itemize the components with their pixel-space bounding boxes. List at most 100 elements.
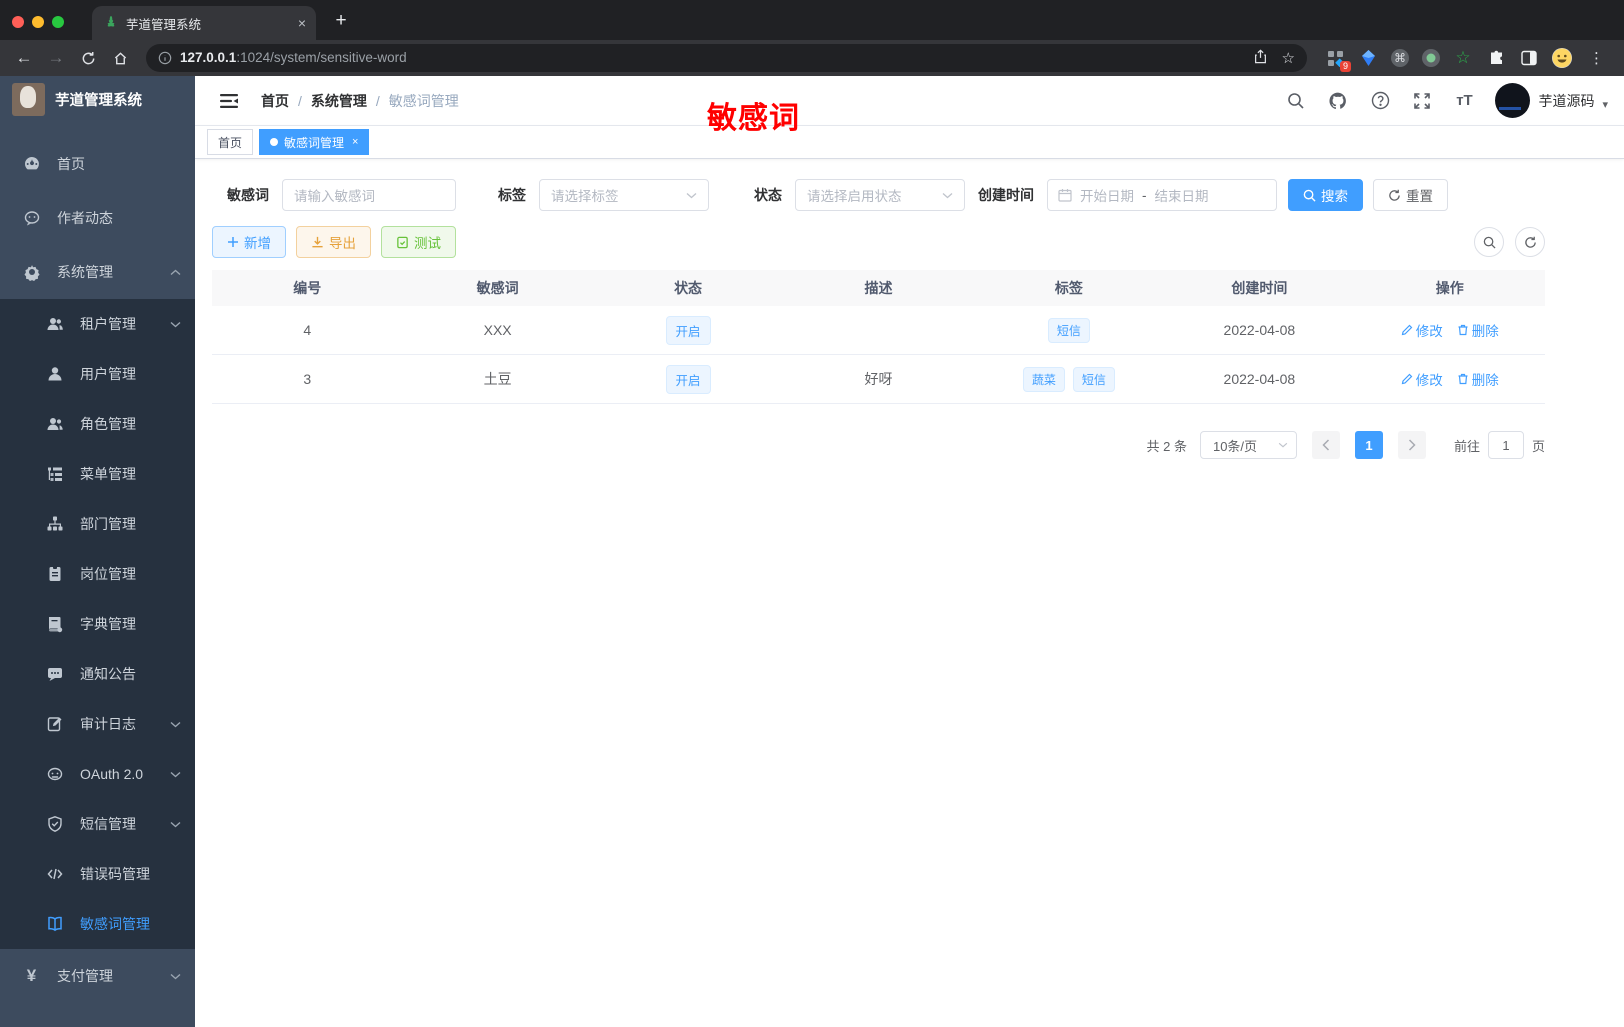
date-range-picker[interactable]: 开始日期 - 结束日期 — [1047, 179, 1277, 211]
extension-icons: 9 ⌘ ☆ ⋮ — [1319, 48, 1614, 72]
edit-link[interactable]: 修改 — [1401, 320, 1443, 340]
sidebar-item-home[interactable]: 首页 — [0, 137, 195, 191]
reload-button[interactable] — [74, 44, 102, 72]
sidebar-item-label: 部门管理 — [80, 516, 136, 532]
sidebar-fold-icon[interactable] — [211, 83, 247, 119]
sidebar-item-post[interactable]: 岗位管理 — [0, 549, 195, 599]
sidebar-item-user[interactable]: 用户管理 — [0, 349, 195, 399]
export-button[interactable]: 导出 — [296, 226, 371, 258]
status-select[interactable]: 请选择启用状态 — [795, 179, 965, 211]
sidebar-item-sms[interactable]: 短信管理 — [0, 799, 195, 849]
share-icon[interactable] — [1253, 49, 1268, 67]
keyword-input[interactable]: 请输入敏感词 — [282, 179, 456, 211]
table-header-row: 编号 敏感词 状态 描述 标签 创建时间 操作 — [212, 270, 1545, 306]
tag-select[interactable]: 请选择标签 — [539, 179, 709, 211]
home-button[interactable] — [106, 44, 134, 72]
page-size-select[interactable]: 10条/页 — [1199, 431, 1297, 459]
test-button[interactable]: 测试 — [381, 226, 456, 258]
extension-kite-icon[interactable] — [1358, 48, 1378, 68]
extension-puzzle-icon[interactable] — [1486, 48, 1506, 68]
next-page-button[interactable] — [1397, 431, 1426, 459]
help-icon[interactable] — [1369, 90, 1391, 112]
sidebar-item-label: 作者动态 — [57, 210, 113, 226]
sidebar-item-error-code[interactable]: 错误码管理 — [0, 849, 195, 899]
sidebar-item-tenant[interactable]: 租户管理 — [0, 299, 195, 349]
sidebar-item-audit-log[interactable]: 审计日志 — [0, 699, 195, 749]
sidebar-item-dict[interactable]: 字典管理 — [0, 599, 195, 649]
table-row: 4 XXX 开启 短信 2022-04-08 修改 删除 — [212, 306, 1545, 355]
extension-command-icon[interactable]: ⌘ — [1391, 49, 1409, 67]
sidebar-menu: 首页 作者动态 系统管理 租户管理 用户管理 角色管理 菜单管理 部门管理 岗位… — [0, 122, 195, 1027]
app-logo[interactable]: 芋道管理系统 — [0, 76, 195, 122]
browser-tab[interactable]: 芋道管理系统 × — [92, 6, 316, 40]
prev-page-button[interactable] — [1311, 431, 1340, 459]
sidebar-item-menu[interactable]: 菜单管理 — [0, 449, 195, 499]
search-icon[interactable] — [1285, 90, 1307, 112]
chevron-down-icon — [170, 721, 181, 728]
sidebar-item-notice[interactable]: 通知公告 — [0, 649, 195, 699]
shield-check-icon — [45, 815, 64, 834]
sidebar-item-label: 租户管理 — [80, 316, 136, 332]
reset-button[interactable]: 重置 — [1373, 179, 1448, 211]
sidebar-item-system[interactable]: 系统管理 — [0, 245, 195, 299]
add-button-label: 新增 — [244, 236, 271, 251]
tab-sensitive-word[interactable]: 敏感词管理 × — [259, 129, 370, 155]
status-label: 状态 — [754, 187, 782, 203]
side-panel-icon[interactable] — [1519, 48, 1539, 68]
font-size-icon[interactable]: тT — [1453, 90, 1475, 112]
tags-view-bar: 首页 敏感词管理 × — [195, 126, 1624, 159]
user-menu[interactable]: 芋道源码 ▾ — [1495, 83, 1608, 118]
page-number-1[interactable]: 1 — [1354, 431, 1383, 459]
add-button[interactable]: 新增 — [212, 226, 286, 258]
sidebar-item-author-news[interactable]: 作者动态 — [0, 191, 195, 245]
sidebar-item-dept[interactable]: 部门管理 — [0, 499, 195, 549]
maximize-window-button[interactable] — [52, 16, 64, 28]
toggle-search-button[interactable] — [1474, 227, 1504, 257]
edit-link[interactable]: 修改 — [1401, 369, 1443, 389]
breadcrumb-section[interactable]: 系统管理 — [311, 91, 367, 111]
minimize-window-button[interactable] — [32, 16, 44, 28]
address-bar[interactable]: 127.0.0.1:1024/system/sensitive-word ☆ — [146, 44, 1307, 72]
org-chart-icon — [45, 515, 64, 534]
bookmark-star-icon[interactable]: ☆ — [1282, 49, 1295, 67]
site-info-icon[interactable] — [158, 51, 172, 65]
new-tab-button[interactable]: + — [328, 10, 354, 32]
browser-menu-icon[interactable]: ⋮ — [1585, 49, 1608, 67]
goto-page-input[interactable]: 1 — [1487, 431, 1524, 459]
yen-icon: ¥ — [26, 966, 37, 985]
delete-link-label: 删除 — [1471, 373, 1499, 388]
url-host: 127.0.0.1 — [180, 50, 237, 65]
code-icon — [45, 865, 64, 884]
close-window-button[interactable] — [12, 16, 24, 28]
refresh-table-button[interactable] — [1515, 227, 1545, 257]
tab-close-icon[interactable]: × — [298, 15, 306, 31]
chevron-down-icon — [942, 192, 953, 199]
logo-rabbit-image — [12, 82, 45, 116]
forward-button[interactable]: → — [42, 44, 70, 72]
extension-grid-icon[interactable]: 9 — [1325, 48, 1351, 72]
delete-link[interactable]: 删除 — [1457, 320, 1499, 340]
browser-chrome: 芋道管理系统 × + ← → 127.0.0.1:1024/system/sen… — [0, 0, 1624, 76]
edit-link-label: 修改 — [1415, 373, 1443, 388]
back-button[interactable]: ← — [10, 44, 38, 72]
breadcrumb-home[interactable]: 首页 — [261, 91, 289, 111]
goto-label: 前往 — [1453, 438, 1480, 454]
tab-label: 首页 — [218, 135, 243, 150]
search-button[interactable]: 搜索 — [1288, 179, 1363, 211]
delete-link[interactable]: 删除 — [1457, 369, 1499, 389]
sidebar-item-label: 错误码管理 — [80, 866, 150, 882]
extension-recorder-icon[interactable] — [1422, 49, 1440, 67]
tab-home[interactable]: 首页 — [207, 129, 254, 155]
github-icon[interactable] — [1327, 90, 1349, 112]
sidebar-item-sensitive-word[interactable]: 敏感词管理 — [0, 899, 195, 949]
caret-down-icon: ▾ — [1602, 99, 1608, 111]
red-watermark-text: 敏感词 — [707, 102, 800, 135]
fullscreen-icon[interactable] — [1411, 90, 1433, 112]
sidebar-item-pay[interactable]: ¥ 支付管理 — [0, 949, 195, 1003]
sidebar-item-role[interactable]: 角色管理 — [0, 399, 195, 449]
tab-close-icon[interactable]: × — [352, 136, 358, 148]
cell-created: 2022-04-08 — [1223, 322, 1296, 338]
sidebar-item-oauth[interactable]: OAuth 2.0 — [0, 749, 195, 799]
extension-star-icon[interactable]: ☆ — [1453, 48, 1473, 68]
profile-avatar-icon[interactable] — [1552, 48, 1572, 68]
